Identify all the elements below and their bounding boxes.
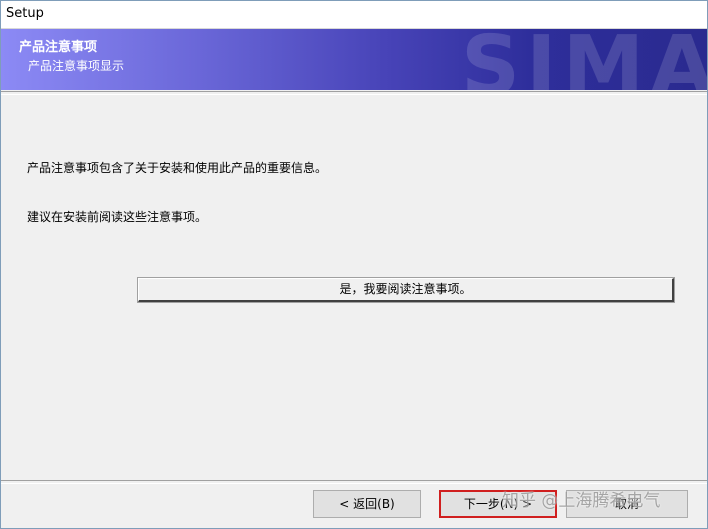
content-area: 产品注意事项包含了关于安装和使用此产品的重要信息。 建议在安装前阅读这些注意事项… xyxy=(1,94,707,484)
read-notes-button[interactable]: 是，我要阅读注意事项。 xyxy=(137,277,675,303)
banner-subheading: 产品注意事项显示 xyxy=(28,59,125,73)
recommendation-text: 建议在安装前阅读这些注意事项。 xyxy=(27,210,208,224)
header-banner: SIMA 产品注意事项 产品注意事项显示 xyxy=(1,29,707,90)
brand-watermark: SIMA xyxy=(461,29,707,90)
setup-window: Setup SIMA 产品注意事项 产品注意事项显示 产品注意事项包含了关于安装… xyxy=(0,0,708,529)
info-text: 产品注意事项包含了关于安装和使用此产品的重要信息。 xyxy=(27,161,328,175)
back-button[interactable]: < 返回(B) xyxy=(313,490,421,518)
title-bar[interactable]: Setup xyxy=(1,1,707,29)
window-title: Setup xyxy=(6,6,44,21)
footer-divider xyxy=(1,480,707,484)
zhihu-watermark: 知乎 @上海腾希电气 xyxy=(502,491,661,511)
banner-heading: 产品注意事项 xyxy=(19,40,98,55)
